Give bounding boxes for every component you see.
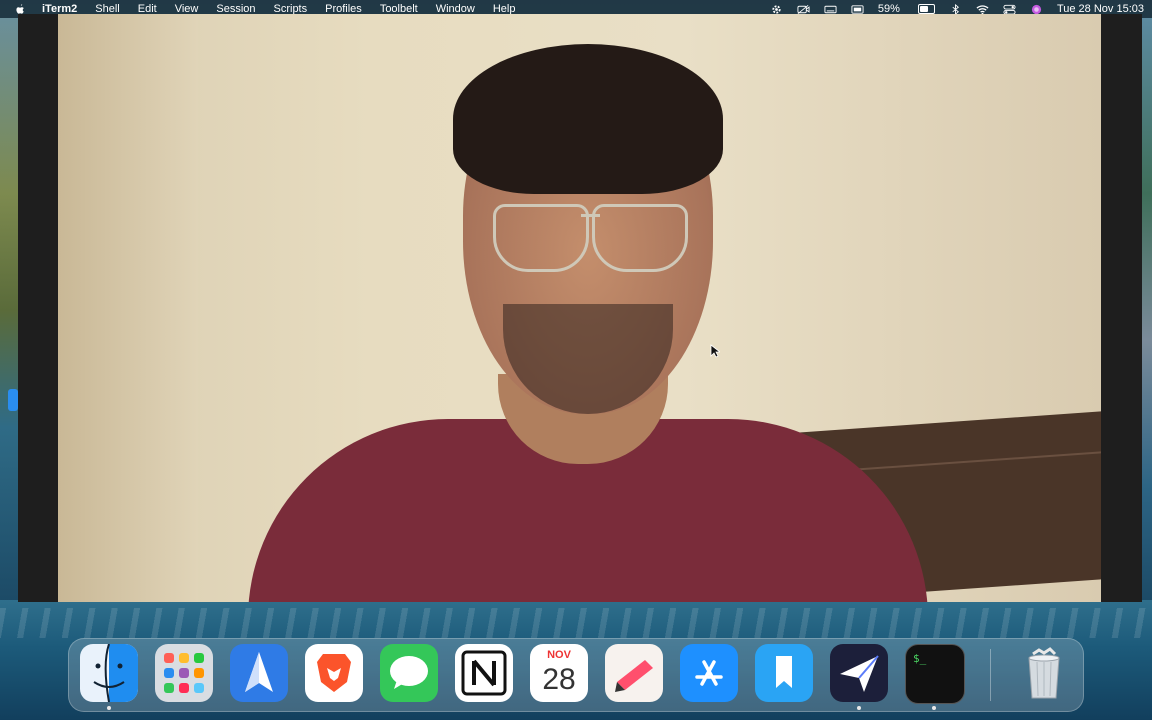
iterm-window[interactable] bbox=[18, 14, 1142, 602]
dock-craft-icon[interactable] bbox=[605, 644, 663, 702]
dock-brave-icon[interactable] bbox=[305, 644, 363, 702]
glasses-lens-left bbox=[493, 204, 589, 272]
webcam-video bbox=[58, 14, 1101, 602]
dock-app-store-icon[interactable] bbox=[680, 644, 738, 702]
control-center-icon[interactable] bbox=[1003, 4, 1016, 15]
siri-icon[interactable] bbox=[1030, 4, 1043, 15]
calendar-month: NOV bbox=[547, 649, 571, 661]
dock-divider bbox=[990, 649, 991, 701]
glasses-lens-right bbox=[592, 204, 688, 272]
wall-shadow bbox=[58, 14, 198, 602]
person-glasses bbox=[493, 204, 688, 274]
mouse-cursor-icon bbox=[710, 344, 720, 358]
dock-terminal-running-dot bbox=[932, 706, 936, 710]
battery-fill bbox=[919, 6, 928, 12]
dock-notion-icon[interactable] bbox=[455, 644, 513, 702]
battery-icon[interactable] bbox=[914, 4, 935, 14]
dock: NOV 28 $_ bbox=[68, 638, 1084, 712]
dock-direct-running-dot bbox=[857, 706, 861, 710]
bluetooth-icon[interactable] bbox=[949, 3, 962, 15]
keyboard-icon[interactable] bbox=[824, 4, 837, 15]
person-hair bbox=[453, 44, 723, 194]
calendar-day: 28 bbox=[542, 663, 576, 696]
dock-bookmarks-icon[interactable] bbox=[755, 644, 813, 702]
dock-spark-icon[interactable] bbox=[230, 644, 288, 702]
gear-icon[interactable] bbox=[770, 4, 783, 15]
edge-app-badge[interactable] bbox=[8, 389, 18, 411]
dock-trash-icon[interactable] bbox=[1015, 644, 1073, 702]
dock-launchpad-icon[interactable] bbox=[155, 644, 213, 702]
wifi-icon[interactable] bbox=[976, 4, 989, 15]
dock-direct-icon[interactable] bbox=[830, 644, 888, 702]
dock-finder-running-dot bbox=[107, 706, 111, 710]
terminal-prompt: $_ bbox=[913, 652, 927, 665]
display-icon[interactable] bbox=[851, 4, 864, 15]
dock-messages-icon[interactable] bbox=[380, 644, 438, 702]
dock-terminal-icon[interactable]: $_ bbox=[905, 644, 965, 704]
camera-off-icon[interactable] bbox=[797, 4, 810, 15]
dock-finder-icon[interactable] bbox=[80, 644, 138, 702]
dock-calendar-icon[interactable]: NOV 28 bbox=[530, 644, 588, 702]
